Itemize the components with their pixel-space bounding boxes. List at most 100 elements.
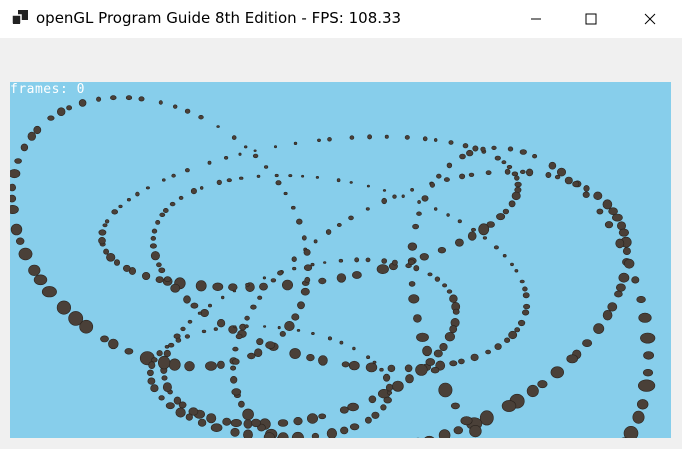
rock: [151, 228, 158, 234]
rock: [566, 354, 579, 364]
close-button[interactable]: [627, 0, 673, 38]
rock: [348, 360, 360, 371]
rock: [348, 215, 354, 221]
rock: [446, 162, 453, 169]
rock: [10, 223, 23, 236]
rock: [162, 382, 172, 392]
rock: [155, 219, 161, 225]
rock: [301, 235, 307, 241]
rock: [184, 361, 195, 372]
rock: [100, 335, 109, 343]
rock: [231, 388, 242, 396]
rock: [180, 326, 186, 332]
rock: [466, 149, 474, 157]
rock: [247, 352, 256, 360]
rock: [459, 173, 466, 180]
rock: [303, 248, 311, 256]
rock: [118, 204, 123, 209]
rock: [10, 205, 19, 214]
rock: [20, 143, 29, 152]
rock: [532, 153, 538, 159]
rock: [270, 278, 277, 283]
rock: [291, 313, 300, 321]
rock: [318, 355, 328, 366]
rock: [306, 413, 318, 424]
opengl-viewport[interactable]: frames: 0: [10, 82, 671, 438]
rock: [14, 158, 22, 164]
rock: [230, 418, 242, 427]
rock: [197, 418, 207, 427]
rock: [616, 283, 626, 292]
rock: [142, 272, 151, 281]
rock: [583, 185, 590, 192]
rock: [213, 327, 218, 331]
rock: [548, 161, 557, 170]
rock: [354, 257, 360, 263]
rock: [339, 406, 349, 414]
rock: [288, 174, 293, 178]
rock: [472, 145, 479, 152]
rock: [291, 256, 297, 262]
rock: [596, 208, 604, 215]
rock: [78, 99, 87, 107]
rock: [468, 172, 475, 177]
rock: [111, 209, 118, 215]
rock: [622, 247, 631, 255]
rock: [602, 199, 613, 210]
rock: [185, 413, 193, 421]
rock: [104, 219, 110, 224]
rock: [10, 194, 17, 203]
rock: [96, 96, 102, 102]
rock: [175, 337, 182, 343]
rock: [216, 125, 220, 128]
rock: [146, 369, 154, 376]
rock: [210, 423, 223, 433]
rock: [478, 223, 490, 236]
rock: [448, 140, 454, 145]
rock: [158, 355, 171, 370]
rock: [265, 341, 276, 349]
rock: [33, 125, 42, 135]
rock: [327, 137, 332, 142]
rock: [158, 395, 165, 401]
rock: [18, 247, 33, 261]
rock: [614, 290, 623, 298]
rock: [366, 184, 370, 188]
rock: [439, 342, 448, 351]
rock: [256, 174, 261, 178]
rock: [290, 205, 296, 210]
rock: [349, 181, 353, 184]
title-bar[interactable]: openGL Program Guide 8th Edition - FPS: …: [0, 0, 682, 38]
rock: [449, 325, 458, 334]
rock: [297, 301, 305, 310]
maximize-button[interactable]: [568, 0, 614, 38]
rock: [504, 337, 511, 343]
rock: [135, 191, 140, 197]
rock: [162, 178, 166, 182]
rock: [642, 369, 654, 377]
maximize-icon: [585, 10, 597, 29]
rock: [245, 283, 250, 287]
rock: [244, 315, 250, 321]
rock: [311, 332, 315, 336]
rock: [449, 294, 458, 303]
rock: [318, 277, 327, 285]
rock: [368, 395, 377, 404]
app-window: openGL Program Guide 8th Edition - FPS: …: [0, 0, 682, 449]
frames-counter: frames: 0: [10, 82, 85, 97]
rock: [243, 429, 253, 438]
rock: [306, 354, 315, 362]
rock: [434, 276, 441, 282]
minimize-button[interactable]: [513, 0, 559, 38]
rock: [494, 155, 501, 161]
rock: [124, 348, 134, 355]
minimize-icon: [530, 10, 542, 29]
rock: [327, 336, 333, 341]
rock: [521, 309, 530, 316]
rock: [349, 423, 360, 431]
rock: [469, 425, 482, 438]
rock: [422, 345, 432, 357]
rock: [502, 208, 510, 215]
rock: [380, 404, 387, 411]
rock: [259, 282, 268, 291]
